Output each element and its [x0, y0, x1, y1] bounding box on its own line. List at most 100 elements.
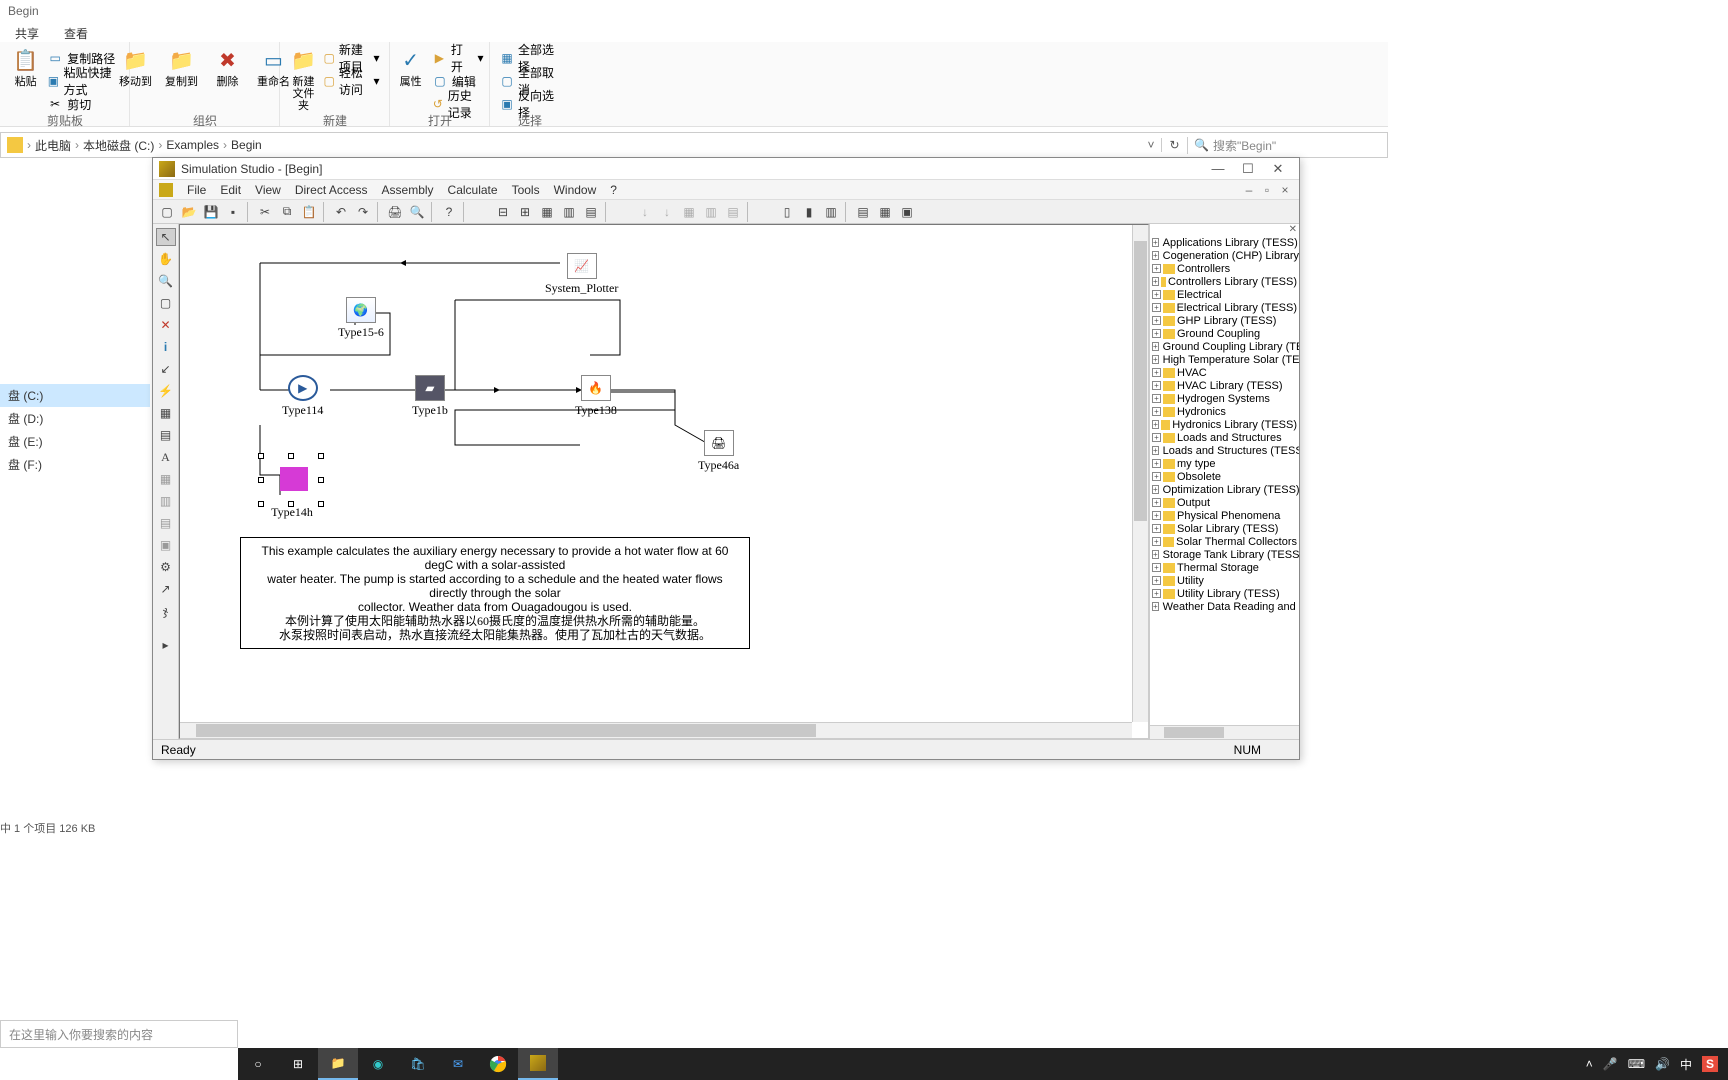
tree-item[interactable]: +Controllers Library (TESS) [1150, 275, 1299, 288]
tb-save[interactable]: 💾 [201, 202, 221, 222]
expand-icon[interactable]: + [1152, 602, 1159, 611]
tree-item[interactable]: +Optimization Library (TESS) [1150, 483, 1299, 496]
expand-icon[interactable]: + [1152, 446, 1159, 455]
tree-item[interactable]: +Obsolete [1150, 470, 1299, 483]
menu-view[interactable]: View [255, 183, 281, 197]
expand-icon[interactable]: + [1152, 537, 1161, 546]
tree-item[interactable]: +my type [1150, 457, 1299, 470]
expand-icon[interactable]: + [1152, 550, 1159, 559]
tb-paste[interactable]: 📋 [299, 202, 319, 222]
tb-undo[interactable]: ↶ [331, 202, 351, 222]
node-type138[interactable]: 🔥 Type138 [575, 375, 617, 418]
tb-a3[interactable]: ▦ [537, 202, 557, 222]
cut-button[interactable]: ✂剪切 [47, 94, 119, 114]
copy-to-button[interactable]: 📁复制到 [162, 46, 202, 88]
node-type1b[interactable]: ▰ Type1b [412, 375, 448, 418]
tree-item[interactable]: +Applications Library (TESS) [1150, 236, 1299, 249]
tray-mic-icon[interactable]: 🎤 [1603, 1057, 1618, 1071]
tb-help[interactable]: ? [439, 202, 459, 222]
menu-direct-access[interactable]: Direct Access [295, 183, 368, 197]
drive-f[interactable]: 盘 (F:) [0, 453, 150, 476]
tb-preview[interactable]: 🔍 [407, 202, 427, 222]
nav-tree[interactable]: 盘 (C:) 盘 (D:) 盘 (E:) 盘 (F:) [0, 384, 150, 476]
properties-button[interactable]: ✓属性 [395, 46, 425, 114]
delete-button[interactable]: ✖删除 [208, 46, 248, 88]
tool-zoom[interactable]: 🔍 [156, 272, 176, 290]
tree-item[interactable]: +High Temperature Solar (TES [1150, 353, 1299, 366]
menu-edit[interactable]: Edit [220, 183, 241, 197]
breadcrumb-pc[interactable]: 此电脑 [35, 137, 71, 154]
paste-shortcut-button[interactable]: ▣粘贴快捷方式 [47, 71, 119, 91]
expand-icon[interactable]: + [1152, 251, 1159, 260]
description-box[interactable]: This example calculates the auxiliary en… [240, 537, 750, 649]
menu-assembly[interactable]: Assembly [382, 183, 434, 197]
windows-search[interactable]: 在这里输入你要搜索的内容 [0, 1020, 238, 1048]
tb-a4[interactable]: ▥ [559, 202, 579, 222]
expand-icon[interactable]: + [1152, 589, 1161, 598]
expand-icon[interactable]: + [1152, 303, 1161, 312]
menu-window[interactable]: Window [554, 183, 597, 197]
node-type46a[interactable]: 🖨 Type46a [698, 430, 739, 473]
maximize-button[interactable]: ☐ [1233, 161, 1263, 177]
tree-item[interactable]: +HVAC Library (TESS) [1150, 379, 1299, 392]
ribbon-tab-view[interactable]: 查看 [64, 25, 88, 42]
tray-keyboard-icon[interactable]: ⌨ [1628, 1057, 1645, 1071]
close-button[interactable]: ✕ [1263, 161, 1293, 177]
expand-icon[interactable]: + [1152, 355, 1159, 364]
tree-item[interactable]: +HVAC [1150, 366, 1299, 379]
menu-help[interactable]: ? [610, 183, 617, 197]
tree-hscroll[interactable] [1150, 725, 1299, 739]
tree-item[interactable]: +Hydronics [1150, 405, 1299, 418]
minimize-button[interactable]: — [1203, 161, 1233, 176]
ribbon-tab-share[interactable]: 共享 [15, 25, 39, 42]
tree-item[interactable]: +Loads and Structures [1150, 431, 1299, 444]
tool-g5[interactable]: ▤ [156, 514, 176, 532]
tree-item[interactable]: +Solar Library (TESS) [1150, 522, 1299, 535]
invert-selection-button[interactable]: ▣反向选择 [500, 94, 560, 114]
expand-icon[interactable]: + [1152, 238, 1159, 247]
tree-item[interactable]: +Utility [1150, 574, 1299, 587]
expand-icon[interactable]: + [1152, 498, 1161, 507]
mdi-restore[interactable]: ▫ [1259, 183, 1275, 197]
drive-e[interactable]: 盘 (E:) [0, 430, 150, 453]
taskbar-chrome[interactable] [478, 1048, 518, 1080]
expand-icon[interactable]: + [1152, 459, 1161, 468]
expand-icon[interactable]: + [1152, 433, 1161, 442]
move-to-button[interactable]: 📁移动到 [116, 46, 156, 88]
menu-file[interactable]: File [187, 183, 206, 197]
tool-region[interactable]: ▢ [156, 294, 176, 312]
tree-item[interactable]: +Solar Thermal Collectors [1150, 535, 1299, 548]
tb-open[interactable]: 📂 [179, 202, 199, 222]
tb-redo[interactable]: ↷ [353, 202, 373, 222]
sim-titlebar[interactable]: Simulation Studio - [Begin] — ☐ ✕ [153, 158, 1299, 180]
canvas-vscroll[interactable] [1132, 225, 1148, 722]
tree-item[interactable]: +Electrical [1150, 288, 1299, 301]
menu-tools[interactable]: Tools [512, 183, 540, 197]
tool-e2[interactable]: ჯ [156, 602, 176, 620]
tb-c2[interactable]: ▦ [875, 202, 895, 222]
expand-icon[interactable]: + [1152, 407, 1161, 416]
tb-c1[interactable]: ▤ [853, 202, 873, 222]
tree-item[interactable]: +Utility Library (TESS) [1150, 587, 1299, 600]
expand-icon[interactable]: + [1152, 329, 1161, 338]
tool-grid2[interactable]: ▤ [156, 426, 176, 444]
refresh-button[interactable]: ↻ [1161, 138, 1187, 152]
tree-item[interactable]: +Cogeneration (CHP) Library (T [1150, 249, 1299, 262]
expand-icon[interactable]: + [1152, 511, 1161, 520]
tray-up-icon[interactable]: ˄ [1586, 1057, 1593, 1071]
drive-c[interactable]: 盘 (C:) [0, 384, 150, 407]
expand-icon[interactable]: + [1152, 277, 1159, 286]
breadcrumb[interactable]: › 此电脑 › 本地磁盘 (C:) › Examples › Begin [1, 137, 1141, 154]
expand-icon[interactable]: + [1152, 563, 1161, 572]
canvas[interactable]: 📈 System_Plotter 🌍 Type15-6 ▶ Type114 ▰ … [179, 224, 1149, 739]
tool-g6[interactable]: ▣ [156, 536, 176, 554]
expand-icon[interactable]: + [1152, 472, 1161, 481]
tool-out[interactable]: ▸ [156, 636, 176, 654]
tool-g4[interactable]: ▥ [156, 492, 176, 510]
system-tray[interactable]: ˄ 🎤 ⌨ 🔊 中 S [1586, 1056, 1728, 1073]
breadcrumb-dropdown[interactable]: ˅ [1141, 138, 1161, 152]
node-type114[interactable]: ▶ Type114 [282, 375, 323, 418]
tb-b3[interactable]: ▥ [821, 202, 841, 222]
tb-copy[interactable]: ⧉ [277, 202, 297, 222]
search-input[interactable]: 🔍 搜索"Begin" [1187, 137, 1387, 154]
